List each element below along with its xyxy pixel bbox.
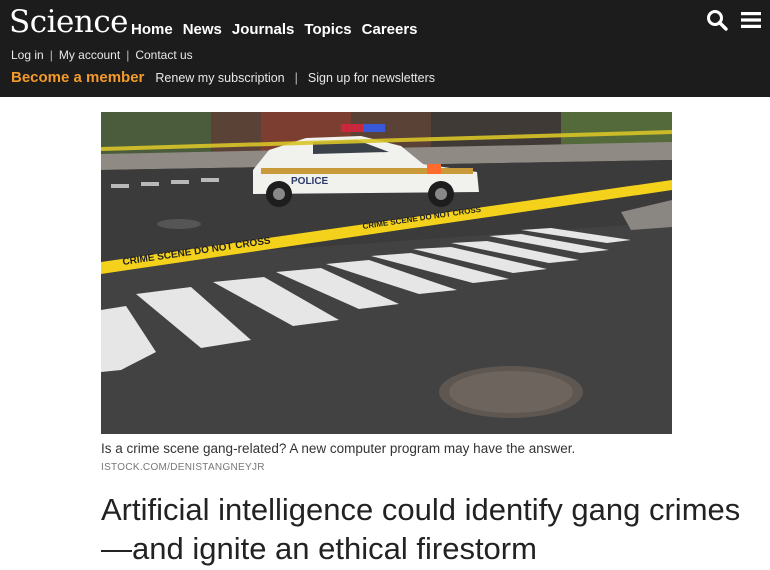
hamburger-menu-icon[interactable]: [740, 10, 762, 30]
separator: |: [294, 70, 298, 85]
my-account-link[interactable]: My account: [59, 48, 120, 62]
separator: |: [126, 48, 130, 62]
article-headline: Artificial intelligence could identify g…: [101, 492, 741, 566]
hero-image: POLICE CRIME SCENE DO NOT CROSS CRIME SC…: [101, 112, 672, 434]
account-links: Log in | My account | Contact us: [11, 48, 193, 62]
image-credit: ISTOCK.COM/DENISTANGNEYJR: [101, 462, 265, 473]
nav-careers[interactable]: Careers: [362, 21, 418, 38]
login-link[interactable]: Log in: [11, 48, 44, 62]
nav-journals[interactable]: Journals: [232, 21, 295, 38]
science-logo[interactable]: Science: [9, 4, 129, 40]
search-icon[interactable]: [706, 9, 728, 31]
separator: |: [49, 48, 53, 62]
main-nav: Home News Journals Topics Careers: [131, 21, 428, 38]
image-caption: Is a crime scene gang-related? A new com…: [101, 441, 576, 456]
car-label: POLICE: [291, 176, 329, 187]
become-member-link[interactable]: Become a member: [11, 69, 144, 86]
nav-news[interactable]: News: [183, 21, 222, 38]
crime-scene-illustration: POLICE CRIME SCENE DO NOT CROSS CRIME SC…: [101, 112, 672, 434]
contact-link[interactable]: Contact us: [135, 48, 192, 62]
renew-subscription-link[interactable]: Renew my subscription: [155, 71, 284, 85]
header-icons: [706, 9, 762, 31]
nav-home[interactable]: Home: [131, 21, 173, 38]
site-header: Science Home News Journals Topics Career…: [0, 0, 770, 97]
newsletter-signup-link[interactable]: Sign up for newsletters: [308, 71, 435, 85]
nav-topics[interactable]: Topics: [304, 21, 351, 38]
membership-links: Become a member Renew my subscription | …: [11, 69, 435, 86]
